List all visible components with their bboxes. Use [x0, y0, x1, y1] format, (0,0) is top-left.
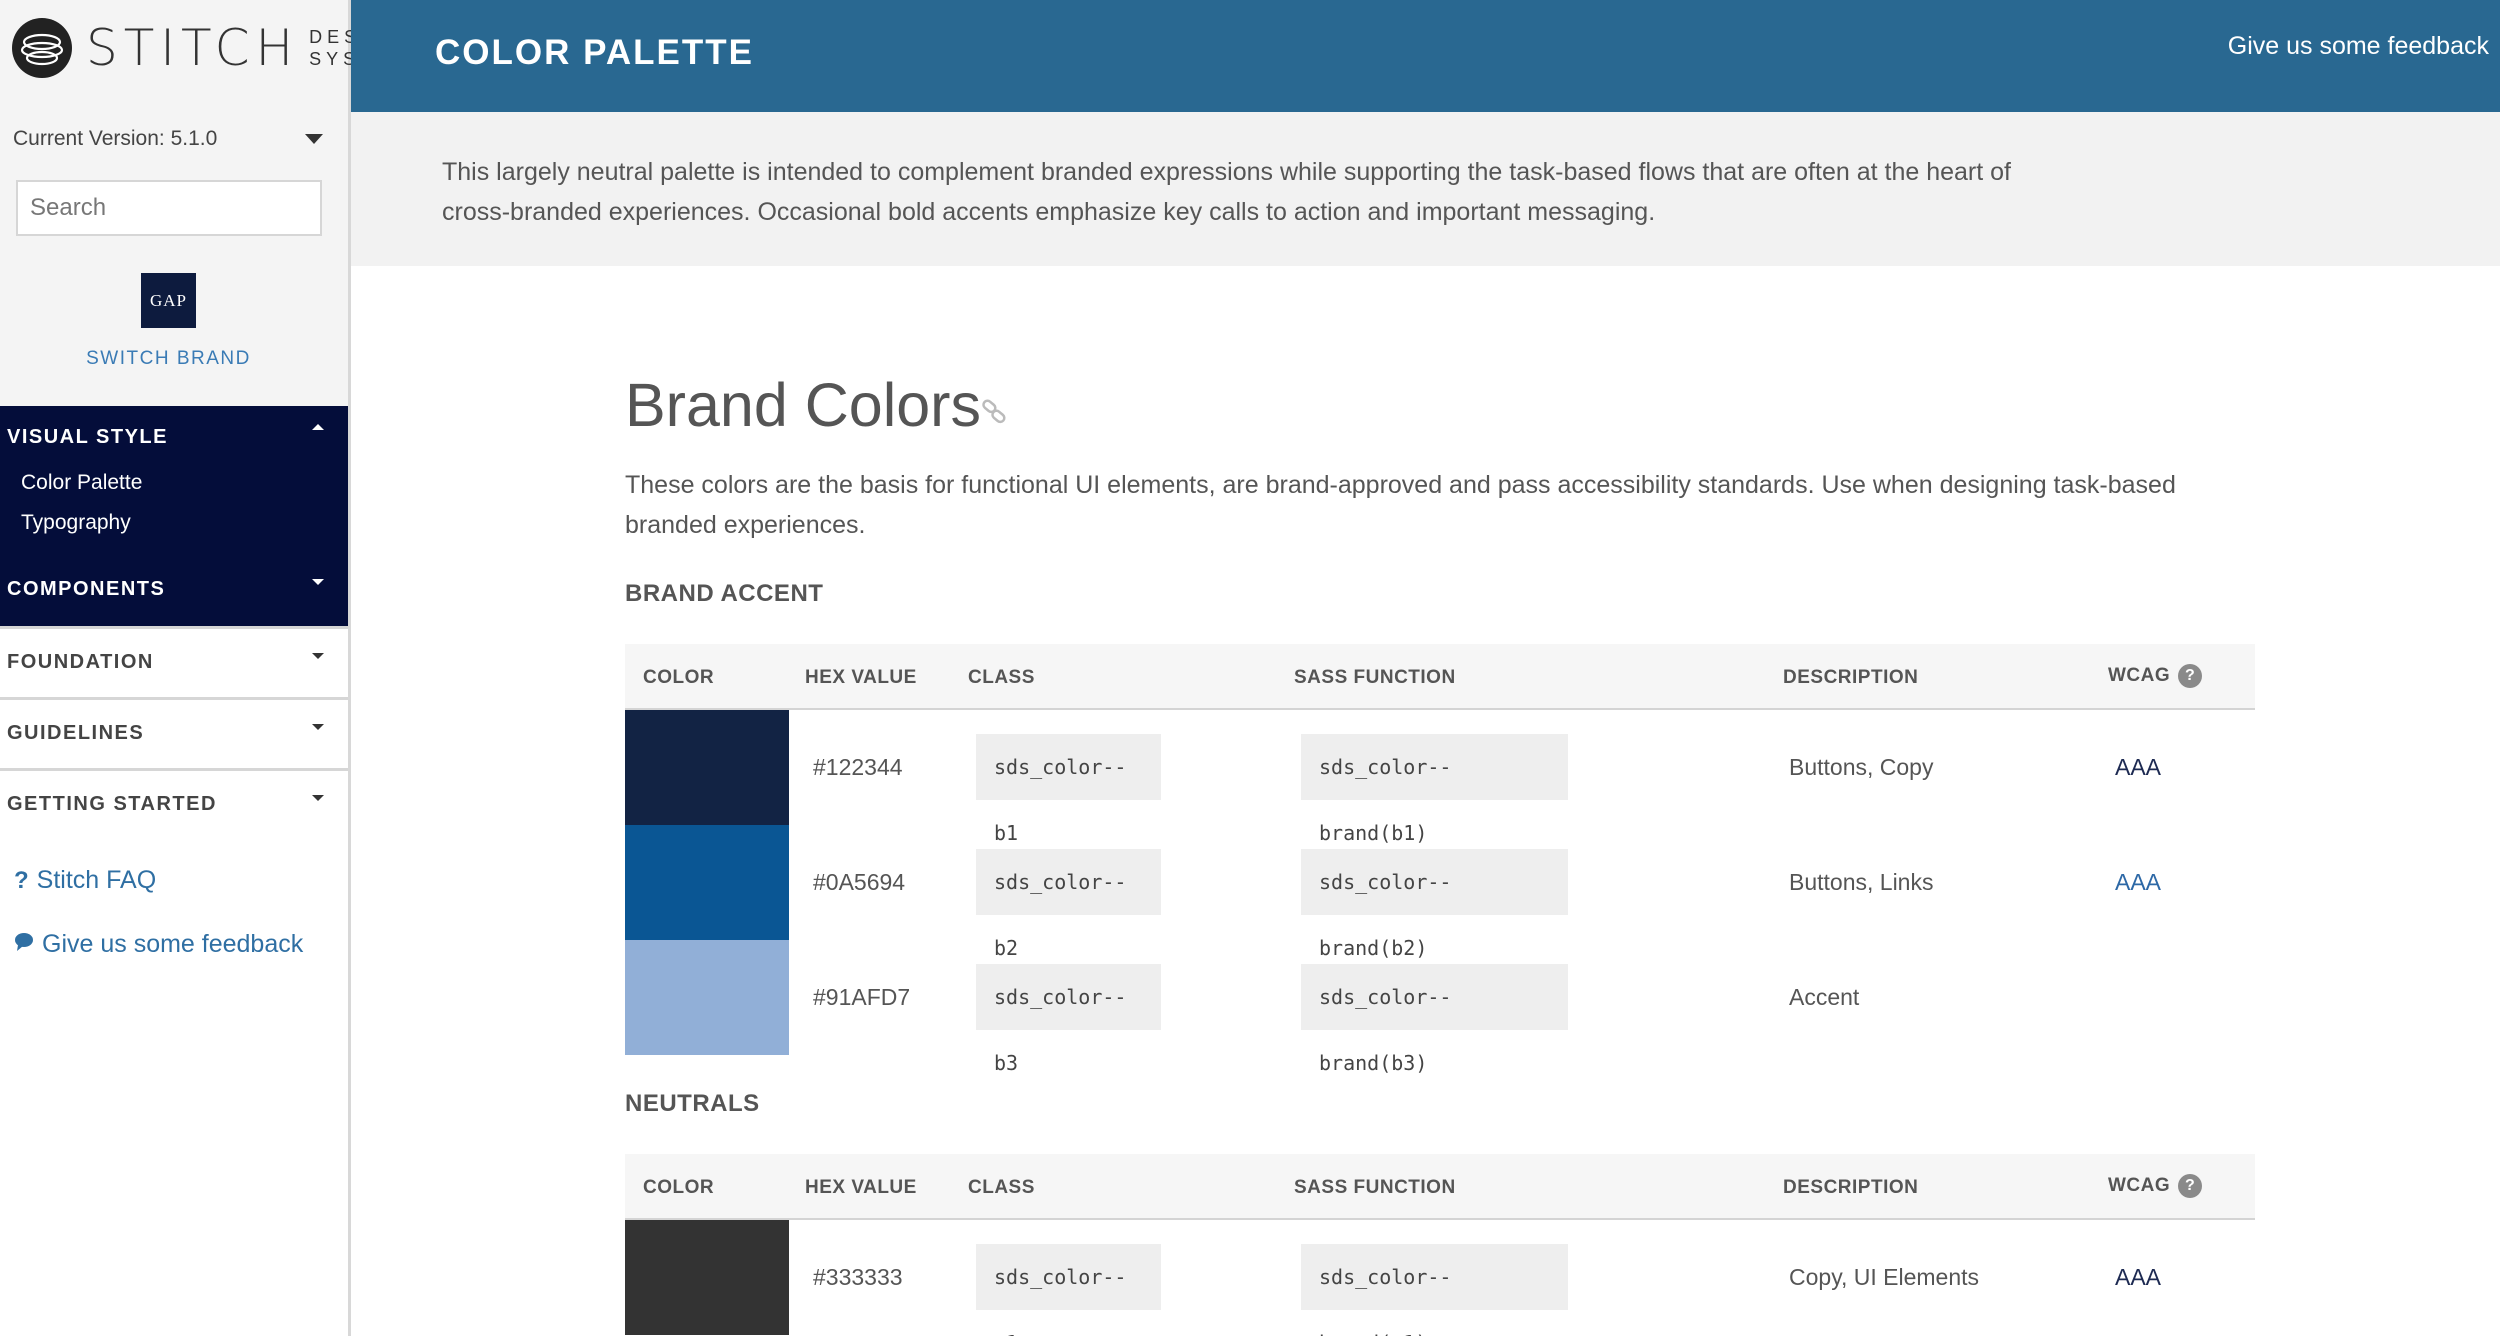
- nav-components[interactable]: COMPONENTS: [7, 578, 165, 601]
- wcag-rating: AAA: [2115, 1264, 2162, 1290]
- column-header-wcag: WCAG?: [2108, 664, 2203, 688]
- sidebar-header: STITCH DESIGN SYSTEM Current Version: 5.…: [0, 0, 408, 406]
- column-header: CLASS: [968, 667, 1035, 688]
- column-header: HEX VALUE: [805, 667, 917, 688]
- nav-active-group: VISUAL STYLE Color Palette Typography CO…: [0, 406, 348, 626]
- chevron-down-icon[interactable]: [312, 579, 324, 585]
- color-table: COLOR HEX VALUE CLASS SASS FUNCTION DESC…: [625, 1154, 2255, 1336]
- column-header: SASS FUNCTION: [1294, 667, 1456, 688]
- table-row: #91AFD7 sds_color--b3 sds_color--brand(b…: [625, 940, 2255, 1075]
- column-header: DESCRIPTION: [1783, 667, 1919, 688]
- intro-text: This largely neutral palette is intended…: [442, 158, 2011, 226]
- nav-guidelines[interactable]: GUIDELINES: [0, 697, 348, 768]
- page-title: COLOR PALETTE: [435, 33, 754, 72]
- chevron-down-icon[interactable]: [305, 134, 323, 144]
- wcag-rating: AAA: [2115, 754, 2162, 780]
- hex-value: #333333: [813, 1264, 903, 1290]
- switch-brand-link[interactable]: SWITCH BRAND: [0, 348, 337, 370]
- sass-code: sds_color--brand(b2): [1301, 849, 1568, 960]
- hex-value: #122344: [813, 754, 903, 780]
- color-description: Accent: [1789, 984, 1860, 1010]
- column-header: DESCRIPTION: [1783, 1177, 1919, 1198]
- color-swatch: [625, 1220, 789, 1335]
- hex-value: #0A5694: [813, 869, 906, 895]
- color-description: Buttons, Copy: [1789, 754, 1934, 780]
- class-code: sds_color--b1: [976, 734, 1161, 845]
- help-circle-icon[interactable]: ?: [2178, 664, 2203, 688]
- nav-guidelines-label: GUIDELINES: [7, 722, 145, 744]
- color-description: Buttons, Links: [1789, 869, 1934, 895]
- table-header: COLOR HEX VALUE CLASS SASS FUNCTION DESC…: [625, 1154, 2255, 1220]
- color-swatch: [625, 940, 789, 1055]
- column-header-wcag: WCAG?: [2108, 1174, 2203, 1198]
- nav-foundation[interactable]: FOUNDATION: [0, 626, 348, 697]
- feedback-label: Give us some feedback: [42, 930, 304, 958]
- wcag-rating-link[interactable]: AAA: [2115, 869, 2161, 896]
- faq-label: Stitch FAQ: [36, 866, 157, 894]
- column-header: CLASS: [968, 1177, 1035, 1198]
- sass-code: sds_color--brand(g1): [1301, 1244, 1568, 1336]
- column-header: HEX VALUE: [805, 1177, 917, 1198]
- sidebar-feedback-link[interactable]: Give us some feedback: [14, 930, 303, 959]
- class-code: sds_color--b3: [976, 964, 1161, 1075]
- column-header: COLOR: [643, 667, 715, 688]
- subsection-title: NEUTRALS: [625, 1090, 760, 1117]
- color-swatch: [625, 825, 789, 940]
- stitch-logo-icon: [12, 18, 72, 78]
- question-icon: ?: [14, 866, 29, 894]
- nav-foundation-label: FOUNDATION: [7, 651, 154, 673]
- speech-bubble-icon: [14, 931, 34, 959]
- hex-value: #91AFD7: [813, 984, 911, 1010]
- search-input[interactable]: [16, 180, 322, 236]
- sidebar: STITCH DESIGN SYSTEM Current Version: 5.…: [0, 0, 408, 1336]
- nav-item-typography[interactable]: Typography: [21, 511, 131, 535]
- table-header: COLOR HEX VALUE CLASS SASS FUNCTION DESC…: [625, 644, 2255, 710]
- table-row: #122344 sds_color--b1 sds_color--brand(b…: [625, 710, 2255, 845]
- section-lead: These colors are the basis for functiona…: [625, 471, 2176, 539]
- brand-logo[interactable]: GAP: [141, 273, 196, 328]
- sass-code: sds_color--brand(b1): [1301, 734, 1568, 845]
- column-header: SASS FUNCTION: [1294, 1177, 1456, 1198]
- color-table: COLOR HEX VALUE CLASS SASS FUNCTION DESC…: [625, 644, 2255, 1075]
- faq-link[interactable]: ? Stitch FAQ: [14, 866, 156, 895]
- chevron-down-icon[interactable]: [312, 653, 324, 659]
- table-row: #0A5694 sds_color--b2 sds_color--brand(b…: [625, 825, 2255, 960]
- class-code: sds_color--b2: [976, 849, 1161, 960]
- subsection-title: BRAND ACCENT: [625, 580, 824, 607]
- nav-visual-style[interactable]: VISUAL STYLE: [7, 426, 168, 449]
- nav-getting-started-label: GETTING STARTED: [7, 793, 217, 815]
- color-description: Copy, UI Elements: [1789, 1264, 1980, 1290]
- logo-wordmark: STITCH: [86, 19, 300, 77]
- sass-code: sds_color--brand(b3): [1301, 964, 1568, 1075]
- header-feedback-link[interactable]: Give us some feedback: [2228, 32, 2489, 61]
- table-row: #333333 sds_color--g1 sds_color--brand(g…: [625, 1220, 2255, 1336]
- class-code: sds_color--g1: [976, 1244, 1161, 1336]
- link-icon[interactable]: [980, 397, 1010, 432]
- nav-getting-started[interactable]: GETTING STARTED: [0, 768, 348, 842]
- chevron-down-icon[interactable]: [312, 795, 324, 801]
- section-heading: Brand Colors: [625, 371, 981, 439]
- help-circle-icon[interactable]: ?: [2178, 1174, 2203, 1198]
- intro-banner: This largely neutral palette is intended…: [351, 112, 2500, 266]
- version-select[interactable]: Current Version: 5.1.0: [13, 127, 217, 151]
- nav-item-color-palette[interactable]: Color Palette: [21, 471, 142, 495]
- color-swatch: [625, 710, 789, 825]
- chevron-up-icon[interactable]: [312, 424, 324, 430]
- chevron-down-icon[interactable]: [312, 724, 324, 730]
- column-header: COLOR: [643, 1177, 715, 1198]
- top-bar: COLOR PALETTE Give us some feedback: [351, 0, 2500, 112]
